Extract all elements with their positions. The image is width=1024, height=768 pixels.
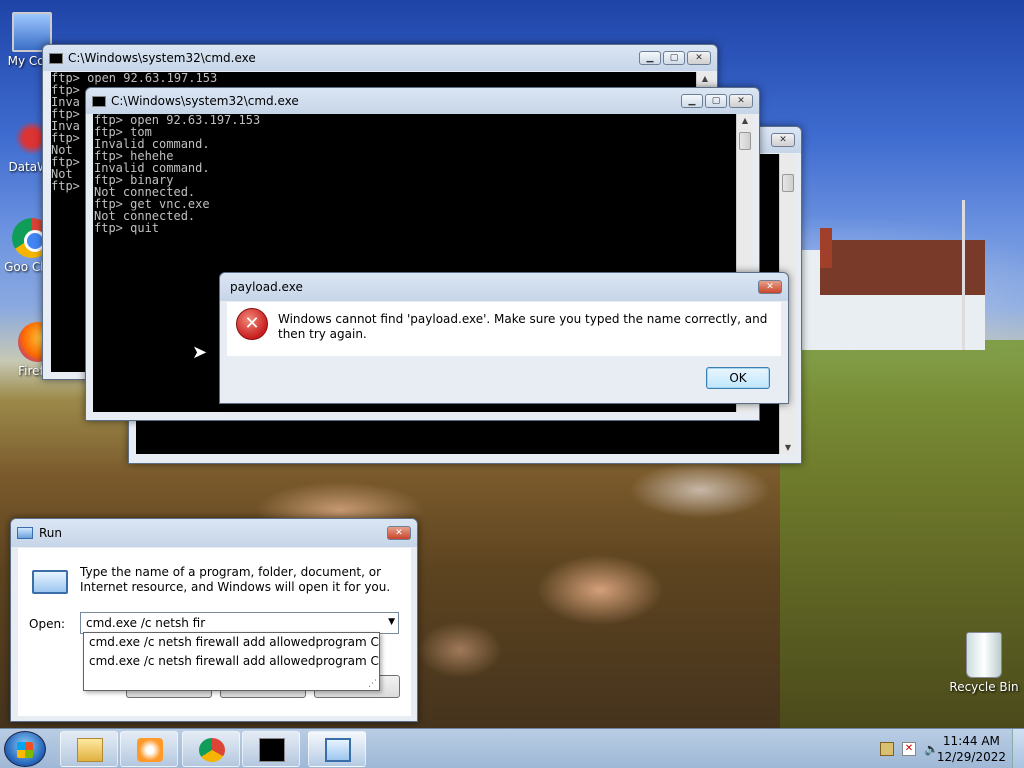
window-title: C:\Windows\system32\cmd.exe bbox=[111, 94, 299, 108]
run-dialog[interactable]: Run ✕ Type the name of a program, folder… bbox=[10, 518, 418, 722]
close-icon[interactable]: ✕ bbox=[729, 94, 753, 108]
chrome-icon bbox=[199, 738, 225, 762]
action-center-icon[interactable]: ✕ bbox=[902, 742, 916, 756]
desktop-icon-recycle-bin[interactable]: Recycle Bin bbox=[944, 632, 1024, 694]
maximize-icon[interactable]: ▢ bbox=[663, 51, 685, 65]
taskbar-media-player[interactable] bbox=[120, 731, 178, 767]
clock-time: 11:44 AM bbox=[942, 734, 1000, 748]
resize-grip-icon[interactable]: ⋰ bbox=[368, 679, 377, 689]
network-icon[interactable] bbox=[880, 742, 894, 756]
scrollbar-thumb[interactable] bbox=[739, 132, 751, 150]
clock[interactable]: 11:44 AM 12/29/2022 bbox=[937, 733, 1006, 765]
close-icon[interactable]: ✕ bbox=[687, 51, 711, 65]
close-icon[interactable]: ✕ bbox=[758, 280, 782, 294]
title-bar[interactable]: C:\Windows\system32\cmd.exe ▁ ▢ ✕ bbox=[43, 45, 717, 71]
autocomplete-item[interactable]: cmd.exe /c netsh firewall add allowedpro… bbox=[84, 652, 379, 671]
autocomplete-item[interactable]: cmd.exe /c netsh firewall add allowedpro… bbox=[84, 633, 379, 652]
show-desktop-button[interactable] bbox=[1012, 729, 1024, 768]
taskbar-run[interactable] bbox=[308, 731, 366, 767]
autocomplete-dropdown[interactable]: cmd.exe /c netsh firewall add allowedpro… bbox=[83, 632, 380, 691]
recycle-bin-icon bbox=[966, 632, 1002, 678]
run-icon bbox=[17, 527, 33, 539]
scroll-up-icon[interactable]: ▲ bbox=[697, 74, 713, 83]
title-bar[interactable]: C:\Windows\system32\cmd.exe ▁ ▢ ✕ bbox=[86, 88, 759, 114]
taskbar-chrome[interactable] bbox=[182, 731, 240, 767]
run-icon bbox=[325, 738, 351, 762]
cmd-icon bbox=[49, 52, 63, 64]
explorer-icon bbox=[77, 738, 103, 762]
run-description: Type the name of a program, folder, docu… bbox=[80, 565, 391, 594]
media-player-icon bbox=[137, 738, 163, 762]
open-combobox[interactable]: cmd.exe /c netsh fir ▼ bbox=[80, 612, 399, 634]
close-icon[interactable]: ✕ bbox=[387, 526, 411, 540]
open-input[interactable]: cmd.exe /c netsh fir bbox=[86, 616, 205, 630]
ok-button[interactable]: OK bbox=[706, 367, 770, 389]
window-title: C:\Windows\system32\cmd.exe bbox=[68, 51, 256, 65]
taskbar: ✕ 🔈 11:44 AM 12/29/2022 bbox=[0, 728, 1024, 768]
desktop-icon-label: Recycle Bin bbox=[949, 680, 1019, 694]
clock-date: 12/29/2022 bbox=[936, 750, 1006, 764]
dialog-content: ✕ Windows cannot find 'payload.exe'. Mak… bbox=[227, 302, 781, 356]
scrollbar-thumb[interactable] bbox=[782, 174, 794, 192]
scroll-up-icon[interactable]: ▲ bbox=[737, 116, 753, 125]
run-program-icon bbox=[32, 570, 68, 594]
taskbar-cmd[interactable] bbox=[242, 731, 300, 767]
title-bar[interactable]: payload.exe ✕ bbox=[220, 273, 788, 301]
dialog-title: Run bbox=[39, 526, 63, 540]
error-dialog[interactable]: payload.exe ✕ ✕ Windows cannot find 'pay… bbox=[219, 272, 789, 404]
system-tray: ✕ 🔈 11:44 AM 12/29/2022 bbox=[864, 729, 1024, 768]
title-bar[interactable]: Run ✕ bbox=[11, 519, 417, 547]
error-message: Windows cannot find 'payload.exe'. Make … bbox=[278, 312, 768, 341]
minimize-icon[interactable]: ▁ bbox=[639, 51, 661, 65]
start-button[interactable] bbox=[4, 731, 46, 767]
minimize-icon[interactable]: ▁ bbox=[681, 94, 703, 108]
dialog-title: payload.exe bbox=[230, 280, 303, 294]
error-x-icon: ✕ bbox=[236, 308, 268, 340]
scroll-down-icon[interactable]: ▼ bbox=[780, 443, 796, 452]
cmd-icon bbox=[259, 738, 285, 762]
mouse-cursor-icon: ➤ bbox=[192, 342, 208, 363]
maximize-icon[interactable]: ▢ bbox=[705, 94, 727, 108]
chevron-down-icon[interactable]: ▼ bbox=[388, 617, 395, 627]
taskbar-explorer[interactable] bbox=[60, 731, 118, 767]
close-icon[interactable]: ✕ bbox=[771, 133, 795, 147]
open-label: Open: bbox=[29, 617, 66, 631]
cmd-icon bbox=[92, 95, 106, 107]
